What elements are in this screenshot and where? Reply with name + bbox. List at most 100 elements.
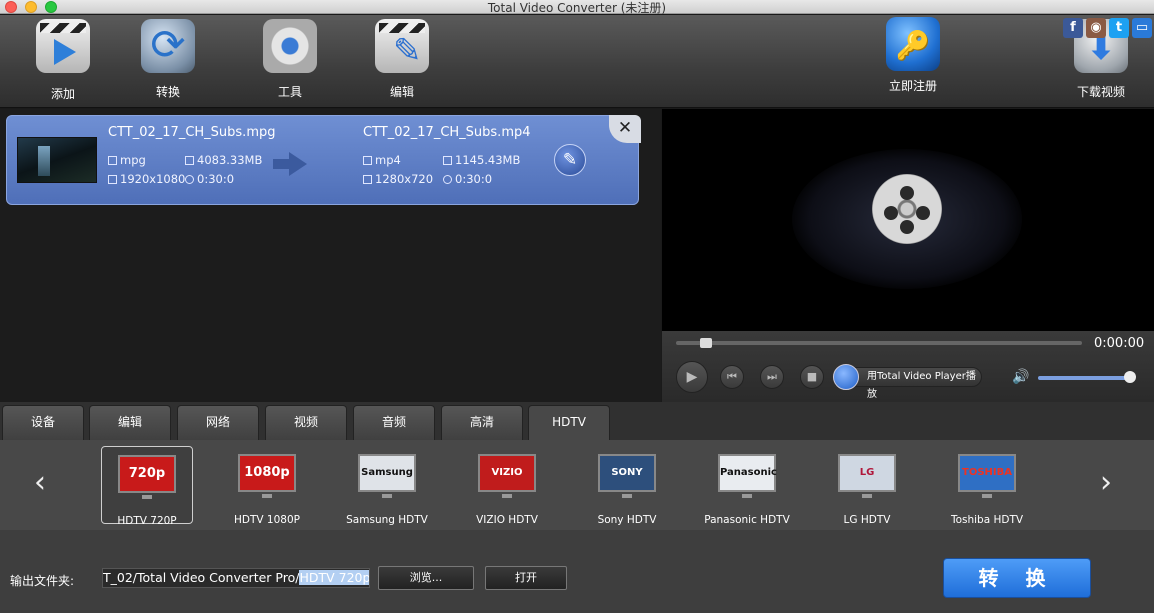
device-label: Panasonic HDTV xyxy=(704,514,790,526)
tv-screen: VIZIO xyxy=(478,454,536,498)
register-button[interactable]: 立即注册 xyxy=(873,17,953,94)
player-controls: 0:00:00 ▶ ⏮ ⏭ ■ 用Total Video Player播放 🔊 xyxy=(662,331,1154,402)
gear-icon xyxy=(263,19,317,73)
video-preview xyxy=(662,109,1154,331)
pencil-icon: ✎ xyxy=(562,150,578,170)
add-label: 添加 xyxy=(50,87,75,101)
output-path-selected: HDTV 720p xyxy=(299,570,370,585)
tab-audio[interactable]: 音频 xyxy=(353,405,435,440)
target-format: mp4 xyxy=(363,153,401,167)
output-folder-label: 输出文件夹: xyxy=(10,574,75,588)
arrow-right-icon xyxy=(273,152,307,176)
key-icon xyxy=(886,17,940,71)
volume-icon[interactable]: 🔊 xyxy=(1012,369,1029,385)
skip-back-icon: ⏮ xyxy=(727,370,737,383)
monitor-icon xyxy=(108,175,117,184)
device-label: HDTV 720P xyxy=(117,515,177,527)
source-resolution: 1920x1080 xyxy=(108,172,185,186)
device-lg-hdtv[interactable]: LG LG HDTV xyxy=(821,446,913,526)
play-button[interactable]: ▶ xyxy=(676,361,708,393)
previous-button[interactable]: ⏮ xyxy=(720,365,744,389)
start-convert-button[interactable]: 转 换 xyxy=(943,558,1091,598)
chevron-left-icon[interactable]: ‹ xyxy=(34,465,46,500)
convert-label: 转换 xyxy=(155,85,180,99)
browse-button[interactable]: 浏览... xyxy=(378,566,474,590)
skip-forward-icon: ⏭ xyxy=(767,370,777,383)
edit-label: 编辑 xyxy=(389,85,414,99)
clock-icon xyxy=(443,175,452,184)
device-strip: ‹ 720p HDTV 720P 1080p HDTV 1080P Samsun… xyxy=(0,440,1154,530)
tab-video[interactable]: 视频 xyxy=(265,405,347,440)
time-display: 0:00:00 xyxy=(1094,336,1145,351)
twitter-icon[interactable]: t xyxy=(1109,18,1129,38)
chevron-right-icon[interactable]: › xyxy=(1100,465,1112,500)
instagram-icon[interactable]: ◉ xyxy=(1086,18,1106,38)
clock-icon xyxy=(185,175,194,184)
device-panasonic-hdtv[interactable]: Panasonic Panasonic HDTV xyxy=(701,446,793,526)
add-button[interactable]: 添加 xyxy=(23,19,103,102)
tools-button[interactable]: 工具 xyxy=(250,19,330,100)
volume-handle[interactable] xyxy=(1124,371,1136,383)
tv-screen: 720p xyxy=(118,455,176,499)
tv-screen: TOSHIBA xyxy=(958,454,1016,498)
source-format: mpg xyxy=(108,153,146,167)
register-label: 立即注册 xyxy=(888,79,937,93)
device-vizio-hdtv[interactable]: VIZIO VIZIO HDTV xyxy=(461,446,553,526)
edit-output-button[interactable]: ✎ xyxy=(554,144,586,176)
tab-devices[interactable]: 设备 xyxy=(2,405,84,440)
device-label: Sony HDTV xyxy=(597,514,657,526)
video-thumbnail xyxy=(17,137,97,183)
output-folder-field[interactable]: T_02/Total Video Converter Pro/HDTV 720p xyxy=(102,568,370,588)
clapper-pencil-icon xyxy=(375,19,429,73)
play-icon: ▶ xyxy=(686,369,698,385)
device-hdtv-720p[interactable]: 720p HDTV 720P xyxy=(101,446,193,527)
stop-button[interactable]: ■ xyxy=(800,365,824,389)
tools-label: 工具 xyxy=(277,85,302,99)
device-label: Toshiba HDTV xyxy=(950,514,1024,526)
tab-hdtv[interactable]: HDTV xyxy=(528,405,610,440)
tab-edit[interactable]: 编辑 xyxy=(89,405,171,440)
remove-file-button[interactable]: ✕ xyxy=(609,115,641,143)
chat-icon[interactable]: ▭ xyxy=(1132,18,1152,38)
output-bar: 输出文件夹: T_02/Total Video Converter Pro/HD… xyxy=(0,530,1154,613)
category-tabs: 设备 编辑 网络 视频 音频 高清 HDTV xyxy=(0,402,1154,440)
refresh-icon xyxy=(141,19,195,73)
device-label: Samsung HDTV xyxy=(346,514,428,526)
device-toshiba-hdtv[interactable]: TOSHIBA Toshiba HDTV xyxy=(941,446,1033,526)
device-label: VIZIO HDTV xyxy=(476,514,538,526)
play-in-player-label: 用Total Video Player播放 xyxy=(867,371,976,400)
toolbar: 添加 转换 工具 编辑 立即注册 下载视频 f ◉ t ▭ xyxy=(0,15,1154,108)
target-size: 1145.43MB xyxy=(443,153,520,167)
source-duration: 0:30:0 xyxy=(185,172,234,186)
seek-bar[interactable] xyxy=(676,341,1082,345)
convert-toolbar-button[interactable]: 转换 xyxy=(128,19,208,100)
source-file-name: CTT_02_17_CH_Subs.mpg xyxy=(108,125,276,140)
tv-screen: Samsung xyxy=(358,454,416,498)
seek-handle[interactable] xyxy=(700,338,712,348)
window-title: Total Video Converter (未注册) xyxy=(487,1,667,15)
monitor-icon xyxy=(363,175,372,184)
file-item[interactable]: CTT_02_17_CH_Subs.mpg mpg 4083.33MB 1920… xyxy=(6,115,641,205)
player-logo-icon xyxy=(833,364,859,390)
film-icon xyxy=(363,156,372,165)
device-sony-hdtv[interactable]: SONY Sony HDTV xyxy=(581,446,673,526)
edit-toolbar-button[interactable]: 编辑 xyxy=(362,19,442,100)
next-button[interactable]: ⏭ xyxy=(760,365,784,389)
play-in-player-button[interactable]: 用Total Video Player播放 xyxy=(833,364,982,400)
device-samsung-hdtv[interactable]: Samsung Samsung HDTV xyxy=(341,446,433,526)
tv-screen: 1080p xyxy=(238,454,296,498)
tab-hd[interactable]: 高清 xyxy=(441,405,523,440)
tab-web[interactable]: 网络 xyxy=(177,405,259,440)
facebook-icon[interactable]: f xyxy=(1063,18,1083,38)
device-hdtv-1080p[interactable]: 1080p HDTV 1080P xyxy=(221,446,313,526)
volume-slider[interactable] xyxy=(1038,376,1132,380)
title-bar: Total Video Converter (未注册) xyxy=(0,0,1154,15)
target-file-name: CTT_02_17_CH_Subs.mp4 xyxy=(363,125,531,140)
source-size: 4083.33MB xyxy=(185,153,262,167)
output-path-prefix: T_02/Total Video Converter Pro/ xyxy=(103,570,300,585)
target-resolution: 1280x720 xyxy=(363,172,433,186)
disk-icon xyxy=(185,156,194,165)
open-folder-button[interactable]: 打开 xyxy=(485,566,567,590)
download-label: 下载视频 xyxy=(1076,85,1125,99)
disk-icon xyxy=(443,156,452,165)
